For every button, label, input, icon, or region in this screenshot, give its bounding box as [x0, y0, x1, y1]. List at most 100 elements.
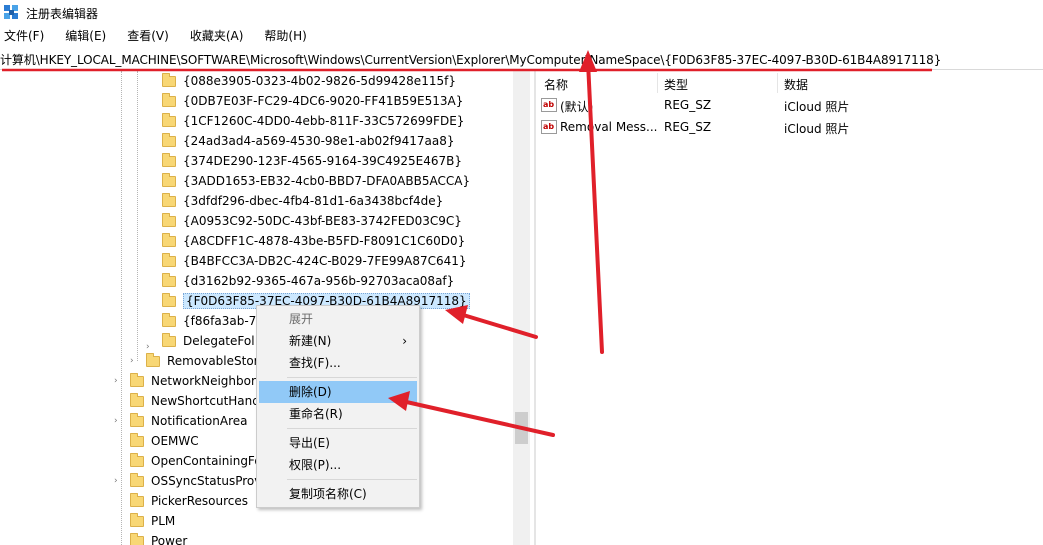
tree-key[interactable]: {A0953C92-50DC-43bf-BE83-3742FED03C9C}	[162, 211, 462, 231]
tree-key-label: NotificationArea	[151, 414, 248, 428]
list-row[interactable]: ab (默认) REG_SZ iCloud 照片	[537, 95, 1043, 116]
tree-key[interactable]: {3dfdf296-dbec-4fb4-81d1-6a3438bcf4de}	[162, 191, 443, 211]
menu-favorites[interactable]: 收藏夹(A)	[187, 26, 247, 46]
tree-key[interactable]: PickerResources	[130, 491, 248, 511]
menu-edit[interactable]: 编辑(E)	[62, 26, 109, 46]
column-header-data[interactable]: 数据	[784, 76, 808, 93]
submenu-arrow-icon: ›	[402, 334, 407, 348]
folder-icon	[162, 332, 176, 347]
menu-item-rename[interactable]: 重命名(R)	[259, 403, 417, 425]
tree-key-label: {1CF1260C-4DD0-4ebb-811F-33C572699FDE}	[183, 114, 465, 128]
folder-icon	[130, 452, 144, 467]
tree-key[interactable]: {3ADD1653-EB32-4cb0-BBD7-DFA0ABB5ACCA}	[162, 171, 470, 191]
tree-key-label: {3dfdf296-dbec-4fb4-81d1-6a3438bcf4de}	[183, 194, 444, 208]
expand-chevron-icon[interactable]: ›	[114, 417, 122, 426]
tree-key-label: RemovableStor	[167, 354, 259, 368]
folder-icon	[130, 372, 144, 387]
tree-key-label: NetworkNeighbor	[151, 374, 256, 388]
tree-key-label: OEMWC	[151, 434, 199, 448]
address-bar[interactable]: 计算机\HKEY_LOCAL_MACHINE\SOFTWARE\Microsof…	[0, 48, 1043, 70]
folder-icon	[162, 252, 176, 267]
menu-separator	[287, 479, 417, 480]
tree-key[interactable]: OpenContainingFo	[130, 451, 262, 471]
tree-key[interactable]: {B4BFCC3A-DB2C-424C-B029-7FE99A87C641}	[162, 251, 467, 271]
tree-key-label: Power	[151, 534, 188, 545]
tree-key[interactable]: NewShortcutHand	[130, 391, 260, 411]
value-list[interactable]: 名称 类型 数据 ab (默认) REG_SZ iCloud 照片 ab Rem…	[537, 71, 1043, 545]
registry-editor-icon	[4, 5, 18, 19]
value-data: iCloud 照片	[784, 100, 850, 114]
tree-key-label: {f86fa3ab-70	[183, 314, 264, 328]
tree-key[interactable]: Power	[130, 531, 187, 545]
menu-help[interactable]: 帮助(H)	[261, 26, 309, 46]
column-header-name[interactable]: 名称	[544, 76, 568, 93]
menu-item-new[interactable]: 新建(N) ›	[259, 330, 417, 352]
folder-icon	[162, 232, 176, 247]
folder-icon	[162, 112, 176, 127]
string-value-icon: ab	[541, 98, 557, 112]
title-bar: 注册表编辑器	[0, 0, 1043, 25]
tree-key[interactable]: {24ad3ad4-a569-4530-98e1-ab02f9417aa8}	[162, 131, 455, 151]
tree-key-label: OpenContainingFo	[151, 454, 262, 468]
expand-chevron-icon[interactable]: ›	[146, 343, 154, 352]
tree-key[interactable]: {f86fa3ab-70	[162, 311, 264, 331]
tree-key[interactable]: OEMWC	[130, 431, 199, 451]
menu-item-delete[interactable]: 删除(D)	[259, 381, 417, 403]
pane-splitter[interactable]	[534, 71, 536, 545]
folder-icon	[130, 432, 144, 447]
tree-key-label: {B4BFCC3A-DB2C-424C-B029-7FE99A87C641}	[183, 254, 467, 268]
tree-key[interactable]: {0DB7E03F-FC29-4DC6-9020-FF41B59E513A}	[162, 91, 463, 111]
expand-chevron-icon[interactable]: ›	[114, 477, 122, 486]
tree-key-label: NewShortcutHand	[151, 394, 260, 408]
value-type: REG_SZ	[664, 120, 712, 134]
column-header-type[interactable]: 类型	[664, 76, 688, 93]
tree-key-label: {0DB7E03F-FC29-4DC6-9020-FF41B59E513A}	[183, 94, 464, 108]
tree-key-label: PLM	[151, 514, 176, 528]
tree-key-label: {A8CDFF1C-4878-43be-B5FD-F8091C1C60D0}	[183, 234, 466, 248]
folder-icon	[130, 532, 144, 545]
tree-key-label: PickerResources	[151, 494, 249, 508]
tree-key[interactable]: {d3162b92-9365-467a-956b-92703aca08af}	[162, 271, 454, 291]
folder-icon	[162, 212, 176, 227]
menu-item-export[interactable]: 导出(E)	[259, 432, 417, 454]
tree-key[interactable]: {374DE290-123F-4565-9164-39C4925E467B}	[162, 151, 462, 171]
list-header: 名称 类型 数据	[537, 71, 1043, 95]
menu-item-copy-key-name[interactable]: 复制项名称(C)	[259, 483, 417, 505]
folder-icon	[130, 472, 144, 487]
tree-key-label: {374DE290-123F-4565-9164-39C4925E467B}	[183, 154, 463, 168]
menu-item-find[interactable]: 查找(F)...	[259, 352, 417, 374]
tree-key[interactable]: › NetworkNeighbor	[114, 371, 256, 391]
expand-chevron-icon[interactable]: ›	[114, 377, 122, 386]
tree-key[interactable]: PLM	[130, 511, 175, 531]
folder-icon	[130, 492, 144, 507]
tree-key[interactable]: {088e3905-0323-4b02-9826-5d99428e115f}	[162, 71, 456, 91]
menu-view[interactable]: 查看(V)	[124, 26, 172, 46]
tree-key[interactable]: {A8CDFF1C-4878-43be-B5FD-F8091C1C60D0}	[162, 231, 465, 251]
value-name: Removal Mess...	[560, 120, 657, 134]
expand-chevron-icon[interactable]: ›	[130, 357, 138, 366]
value-type: REG_SZ	[664, 98, 712, 112]
folder-icon	[146, 352, 160, 367]
value-data: iCloud 照片	[784, 122, 850, 136]
tree-key[interactable]: › DelegateFol	[146, 331, 255, 352]
string-value-icon: ab	[541, 120, 557, 134]
menu-item-new-label: 新建(N)	[289, 334, 332, 348]
context-menu: 展开 新建(N) › 查找(F)... 删除(D) 重命名(R) 导出(E) 权…	[256, 305, 420, 508]
folder-icon	[130, 512, 144, 527]
tree-scrollbar-thumb[interactable]	[515, 412, 528, 444]
address-path[interactable]: 计算机\HKEY_LOCAL_MACHINE\SOFTWARE\Microsof…	[0, 51, 941, 68]
window-title: 注册表编辑器	[26, 7, 99, 21]
menu-file[interactable]: 文件(F)	[1, 26, 47, 46]
folder-icon	[162, 272, 176, 287]
tree-key-label: {d3162b92-9365-467a-956b-92703aca08af}	[183, 274, 455, 288]
folder-icon	[162, 152, 176, 167]
tree-key[interactable]: › OSSyncStatusProv	[114, 471, 261, 491]
menu-item-permissions[interactable]: 权限(P)...	[259, 454, 417, 476]
folder-icon	[162, 92, 176, 107]
tree-key[interactable]: › RemovableStor	[130, 351, 259, 371]
list-row[interactable]: ab Removal Mess... REG_SZ iCloud 照片	[537, 117, 1043, 138]
tree-key[interactable]: {1CF1260C-4DD0-4ebb-811F-33C572699FDE}	[162, 111, 464, 131]
menu-item-expand[interactable]: 展开	[259, 308, 417, 330]
tree-key[interactable]: › NotificationArea	[114, 411, 247, 431]
tree-scrollbar[interactable]	[513, 71, 530, 545]
